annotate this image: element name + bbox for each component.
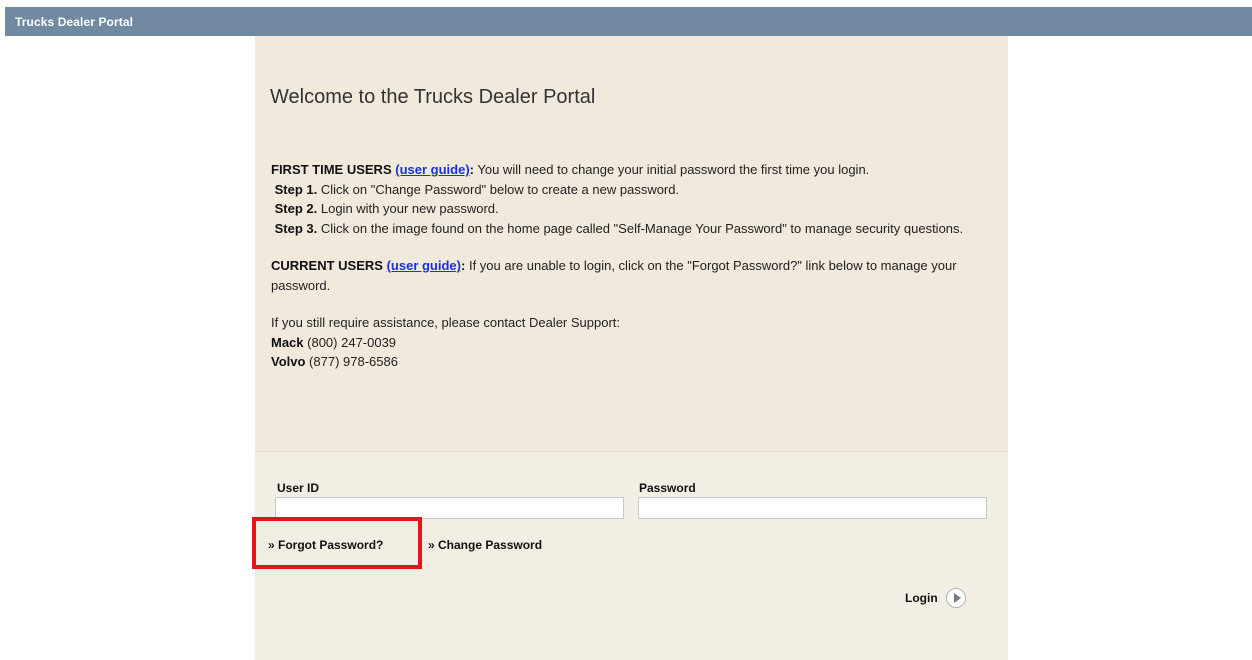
assistance-text: If you still require assistance, please …	[271, 315, 621, 330]
section-divider	[255, 451, 1008, 452]
login-button[interactable]: Login	[905, 587, 966, 609]
login-label: Login	[905, 591, 938, 605]
step-3-label: Step 3.	[274, 220, 318, 236]
welcome-heading: Welcome to the Trucks Dealer Portal	[270, 86, 596, 108]
first-time-text: You will need to change your initial pas…	[474, 162, 870, 177]
contact-mack-brand: Mack	[271, 334, 304, 350]
password-input[interactable]	[638, 497, 987, 519]
current-users-label: CURRENT USERS	[271, 258, 383, 273]
contact-mack: Mack (800) 247-0039	[271, 333, 999, 353]
step-1: Step 1. Click on "Change Password" below…	[271, 180, 999, 200]
password-label: Password	[639, 481, 696, 495]
contact-volvo: Volvo (877) 978-6586	[271, 352, 999, 372]
step-3-text: Click on the image found on the home pag…	[317, 220, 964, 236]
step-2-label: Step 2.	[274, 201, 318, 216]
change-password-link[interactable]: » Change Password	[428, 538, 542, 552]
first-time-user-guide-link[interactable]: (user guide)	[395, 162, 469, 177]
current-users-guide-link[interactable]: (user guide)	[387, 258, 461, 273]
forgot-password-link[interactable]: » Forgot Password?	[268, 538, 383, 552]
user-id-input[interactable]	[275, 497, 624, 519]
step-2-text: Login with your new password.	[317, 201, 499, 216]
step-3: Step 3. Click on the image found on the …	[271, 219, 999, 239]
info-section: Welcome to the Trucks Dealer Portal FIRS…	[255, 36, 1008, 451]
login-panel: Welcome to the Trucks Dealer Portal FIRS…	[252, 36, 1008, 660]
step-2: Step 2. Login with your new password.	[271, 199, 999, 219]
first-time-paragraph: FIRST TIME USERS (user guide): You will …	[271, 160, 999, 180]
top-bar: Trucks Dealer Portal	[5, 7, 1252, 36]
instructions: FIRST TIME USERS (user guide): You will …	[271, 160, 999, 372]
play-arrow-icon	[945, 588, 966, 608]
current-users-paragraph: CURRENT USERS (user guide): If you are u…	[271, 256, 999, 295]
contact-mack-phone: (800) 247-0039	[303, 334, 397, 350]
contact-volvo-brand: Volvo	[271, 354, 306, 369]
step-1-label: Step 1.	[274, 181, 318, 197]
portal-title: Trucks Dealer Portal	[15, 15, 134, 29]
user-id-label: User ID	[277, 481, 320, 495]
step-1-text: Click on "Change Password" below to crea…	[317, 181, 680, 197]
contact-volvo-phone: (877) 978-6586	[305, 354, 398, 369]
first-time-label: FIRST TIME USERS	[271, 162, 392, 177]
